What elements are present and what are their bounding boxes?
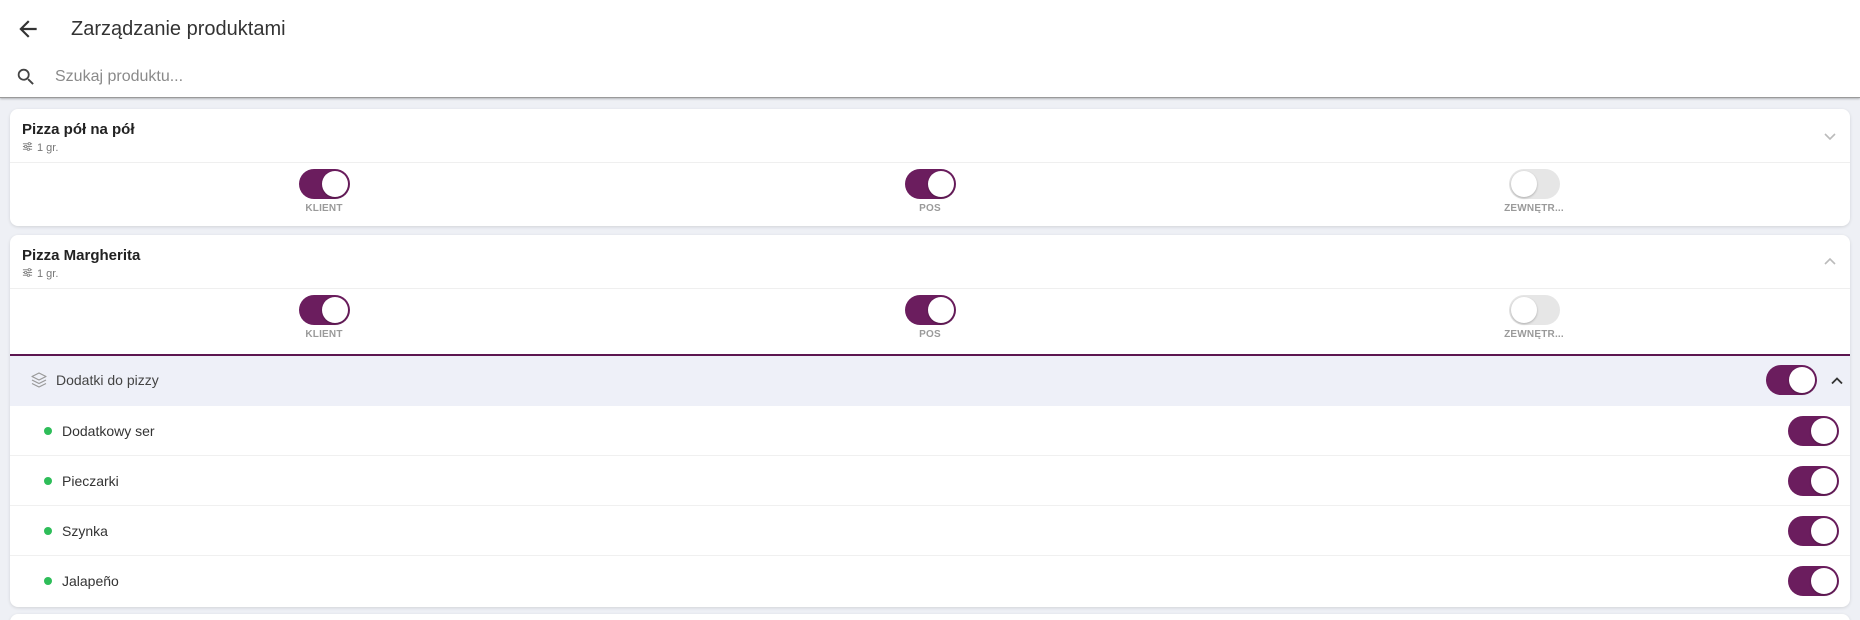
search-icon [15,66,37,88]
option-item-row: Jalapeño [10,556,1850,606]
available-status-dot [44,427,52,435]
product-name: Pizza pół na pół [22,121,135,138]
product-card: Pizza Margherita 1 gr. KLIENT POS ZEWNĘT… [10,235,1850,607]
channel-label: POS [919,329,941,340]
chevron-up-icon[interactable] [1829,373,1845,389]
option-item-row: Dodatkowy ser [10,406,1850,456]
channel-toggle[interactable] [1508,169,1560,199]
available-status-dot [44,577,52,585]
option-item-name: Dodatkowy ser [62,423,155,439]
available-status-dot [44,527,52,535]
channel-label: KLIENT [305,329,343,340]
channel-toggle[interactable] [1508,295,1560,325]
layers-icon [30,371,48,389]
search-input[interactable] [55,66,1835,88]
channel-pos: POS [870,295,990,340]
channel-zewnetrzny: ZEWNĘTR... [1474,169,1594,214]
channel-label: ZEWNĘTR... [1504,203,1564,214]
channel-toggle[interactable] [904,295,956,325]
option-group-toggle[interactable] [1766,365,1817,395]
available-status-dot [44,477,52,485]
option-item-row: Pieczarki [10,456,1850,506]
option-item-name: Szynka [62,523,108,539]
product-groups-count: 1 gr. [22,267,58,281]
option-item-row: Szynka [10,506,1850,556]
channel-zewnetrzny: ZEWNĘTR... [1474,295,1594,340]
back-arrow-icon[interactable] [15,16,41,42]
channel-label: POS [919,203,941,214]
channel-toggle[interactable] [904,169,956,199]
sliders-icon [22,141,33,155]
option-group-name: Dodatki do pizzy [56,372,159,388]
page-title: Zarządzanie produktami [71,18,286,40]
product-card: Pizza pół na pół 1 gr. KLIENT POS ZEWNĘT… [10,109,1850,226]
channel-label: KLIENT [305,203,343,214]
sliders-icon [22,267,33,281]
channel-klient: KLIENT [264,295,384,340]
channel-toggle[interactable] [298,295,350,325]
option-item-name: Jalapeño [62,573,119,589]
groups-count-label: 1 gr. [37,268,59,280]
channel-toggle[interactable] [298,169,350,199]
channel-label: ZEWNĘTR... [1504,329,1564,340]
chevron-down-icon[interactable] [1822,128,1838,144]
channel-klient: KLIENT [264,169,384,214]
option-item-toggle[interactable] [1788,516,1839,546]
chevron-up-icon[interactable] [1822,254,1838,270]
option-item-toggle[interactable] [1788,466,1839,496]
groups-count-label: 1 gr. [37,142,59,154]
option-group-row: Dodatki do pizzy [10,354,1850,406]
channel-pos: POS [870,169,990,214]
product-card [10,614,1850,620]
app-bar: Zarządzanie produktami [0,0,1860,98]
product-header[interactable]: Pizza Margherita 1 gr. [10,235,1850,289]
option-item-toggle[interactable] [1788,566,1839,596]
product-groups-count: 1 gr. [22,141,58,155]
product-header[interactable]: Pizza pół na pół 1 gr. [10,109,1850,163]
option-item-name: Pieczarki [62,473,119,489]
product-name: Pizza Margherita [22,247,141,264]
option-item-toggle[interactable] [1788,416,1839,446]
